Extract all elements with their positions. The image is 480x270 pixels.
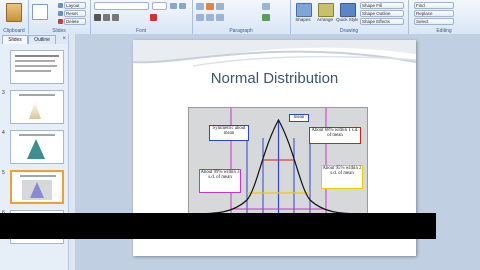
- slide-thumbnail-selected[interactable]: [10, 170, 64, 204]
- paste-icon[interactable]: [6, 3, 22, 22]
- slides-group: Layout Reset Delete Slides: [28, 0, 91, 34]
- editing-group: Find Replace Select Editing: [408, 0, 480, 34]
- slide-title[interactable]: Normal Distribution: [133, 70, 416, 87]
- arrange-label[interactable]: Arrange: [314, 17, 336, 22]
- new-slide-icon[interactable]: [32, 4, 48, 20]
- align-right-icon[interactable]: [216, 14, 224, 21]
- shapes-label[interactable]: Shapes: [292, 17, 314, 22]
- delete-button[interactable]: Delete: [64, 18, 86, 25]
- shapes-icon[interactable]: [296, 3, 312, 17]
- font-group: Font: [90, 0, 193, 34]
- ribbon: Clipboard Layout Reset Delete Slides Fon…: [0, 0, 480, 35]
- tab-outline[interactable]: Outline: [28, 35, 56, 44]
- shape-outline-button[interactable]: Shape Outline: [360, 10, 404, 17]
- text-direction-icon[interactable]: [262, 3, 270, 10]
- layout-icon: [58, 3, 63, 8]
- select-button[interactable]: Select: [414, 18, 454, 25]
- align-left-icon[interactable]: [196, 14, 204, 21]
- reset-icon: [58, 11, 63, 16]
- clipboard-group: Clipboard: [0, 0, 29, 34]
- video-caption-bar: [0, 213, 436, 239]
- grow-font-icon[interactable]: [170, 3, 177, 9]
- layout-button[interactable]: Layout: [64, 2, 86, 9]
- italic-icon[interactable]: [103, 14, 110, 21]
- bold-icon[interactable]: [94, 14, 101, 21]
- slide-footer-strip: [133, 239, 416, 256]
- numbering-icon[interactable]: [206, 3, 214, 10]
- font-color-icon[interactable]: [150, 14, 157, 21]
- mean-callout: mean: [289, 114, 309, 122]
- shape-effects-button[interactable]: Shape Effects: [360, 18, 404, 25]
- quick-styles-label[interactable]: Quick Styles: [336, 17, 358, 22]
- indent-icon[interactable]: [216, 3, 224, 10]
- quick-styles-icon[interactable]: [340, 3, 356, 17]
- smartart-icon[interactable]: [262, 14, 270, 21]
- close-panel-icon[interactable]: ×: [62, 35, 66, 43]
- slide-thumbnail[interactable]: [10, 90, 64, 124]
- slide-thumbnail[interactable]: [10, 130, 64, 164]
- normal-distribution-figure[interactable]: mean Symmetric about mean About 68% with…: [188, 107, 368, 219]
- underline-icon[interactable]: [112, 14, 119, 21]
- bullets-icon[interactable]: [196, 3, 204, 10]
- symmetric-callout: Symmetric about mean: [209, 125, 249, 141]
- reset-button[interactable]: Reset: [64, 10, 86, 17]
- find-button[interactable]: Find: [414, 2, 454, 9]
- drawing-group: Shapes Arrange Quick Styles Shape Fill S…: [290, 0, 409, 34]
- shrink-font-icon[interactable]: [179, 3, 186, 9]
- about95-callout: About 95% within 2 s.d. of mean: [321, 165, 363, 189]
- about68-callout: About 68% within 1 s.d. of mean: [309, 127, 361, 144]
- about99-callout: About 99% within 3 s.d. of mean: [199, 169, 241, 193]
- slide-thumbnail[interactable]: [10, 50, 64, 84]
- font-size-box[interactable]: [152, 2, 167, 10]
- slide-number: 3: [2, 90, 5, 96]
- shape-fill-button[interactable]: Shape Fill: [360, 2, 404, 9]
- align-center-icon[interactable]: [206, 14, 214, 21]
- delete-icon: [58, 19, 63, 24]
- arrange-icon[interactable]: [318, 3, 334, 17]
- slide-number: 4: [2, 130, 5, 136]
- slide-number: 5: [2, 170, 5, 176]
- paragraph-group: Paragraph: [192, 0, 291, 34]
- font-name-box[interactable]: [94, 2, 149, 10]
- tab-slides[interactable]: Slides: [2, 35, 28, 44]
- replace-button[interactable]: Replace: [414, 10, 454, 17]
